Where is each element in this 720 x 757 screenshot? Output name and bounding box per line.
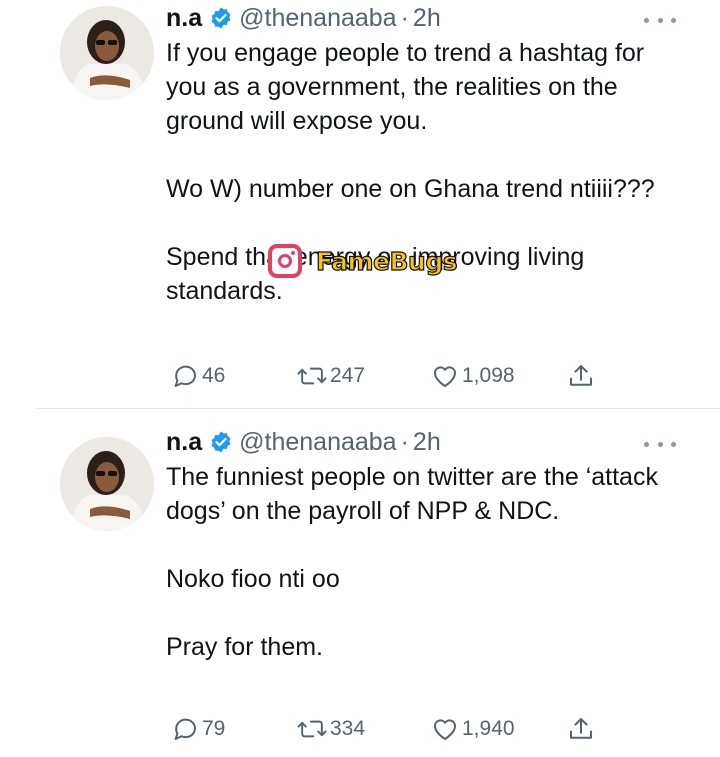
- reply-count: 79: [202, 717, 226, 740]
- reply-button[interactable]: 79: [170, 714, 225, 744]
- tweet-blank-line: [166, 596, 686, 630]
- tweet-paragraph: The funniest people on twitter are the ‘…: [166, 463, 658, 525]
- instagram-icon: [268, 244, 302, 278]
- retweet-count: 334: [330, 717, 366, 740]
- tweet-paragraph: Wo W) number one on Ghana trend ntiiii??…: [166, 175, 655, 203]
- tweet-text: The funniest people on twitter are the ‘…: [166, 460, 686, 664]
- share-icon: [570, 718, 592, 739]
- tweet-actions: 79 334 1,940: [166, 714, 606, 746]
- tweet-blank-line: [166, 138, 686, 172]
- tweet-1[interactable]: n.a @thenanaaba · 2h If you engage peopl…: [0, 0, 720, 408]
- retweet-button[interactable]: 334: [296, 714, 365, 744]
- separator-dot: ·: [400, 427, 409, 456]
- tweet-paragraph: If you engage people to trend a hashtag …: [166, 39, 645, 135]
- verified-badge-icon: [211, 7, 231, 29]
- more-options-icon[interactable]: [644, 10, 676, 30]
- heart-icon: [433, 719, 457, 740]
- tweet-paragraph: Noko fioo nti oo: [166, 565, 340, 593]
- display-name[interactable]: n.a: [166, 428, 202, 457]
- watermark: FameBugs: [268, 243, 458, 279]
- timestamp[interactable]: 2h: [413, 4, 441, 33]
- retweet-count: 247: [330, 364, 366, 387]
- share-button[interactable]: [566, 361, 596, 391]
- share-button[interactable]: [566, 714, 596, 744]
- tweet-paragraph: Pray for them.: [166, 633, 323, 661]
- tweet-blank-line: [166, 528, 686, 562]
- like-count: 1,098: [462, 364, 515, 387]
- share-icon: [570, 365, 592, 386]
- avatar[interactable]: [60, 437, 154, 531]
- reply-icon: [174, 718, 196, 740]
- tweet-header: n.a @thenanaaba · 2h: [166, 3, 441, 33]
- retweet-button[interactable]: 247: [296, 361, 365, 391]
- tweet-blank-line: [166, 206, 686, 240]
- more-options-icon[interactable]: [644, 434, 676, 454]
- tweet-actions: 46 247 1,098: [166, 361, 606, 393]
- like-button[interactable]: 1,098: [430, 361, 515, 391]
- user-handle[interactable]: @thenanaaba: [239, 428, 396, 457]
- avatar[interactable]: [60, 6, 154, 100]
- retweet-icon: [297, 367, 327, 385]
- like-count: 1,940: [462, 717, 515, 740]
- tweet-header: n.a @thenanaaba · 2h: [166, 427, 441, 457]
- timestamp[interactable]: 2h: [413, 428, 441, 457]
- retweet-icon: [297, 720, 327, 738]
- like-button[interactable]: 1,940: [430, 714, 515, 744]
- reply-icon: [174, 365, 196, 387]
- heart-icon: [433, 366, 457, 387]
- user-handle[interactable]: @thenanaaba: [239, 4, 396, 33]
- display-name[interactable]: n.a: [166, 4, 202, 33]
- watermark-text: FameBugs: [315, 246, 458, 276]
- verified-badge-icon: [211, 431, 231, 453]
- reply-button[interactable]: 46: [170, 361, 225, 391]
- separator-dot: ·: [400, 3, 409, 32]
- reply-count: 46: [202, 364, 226, 387]
